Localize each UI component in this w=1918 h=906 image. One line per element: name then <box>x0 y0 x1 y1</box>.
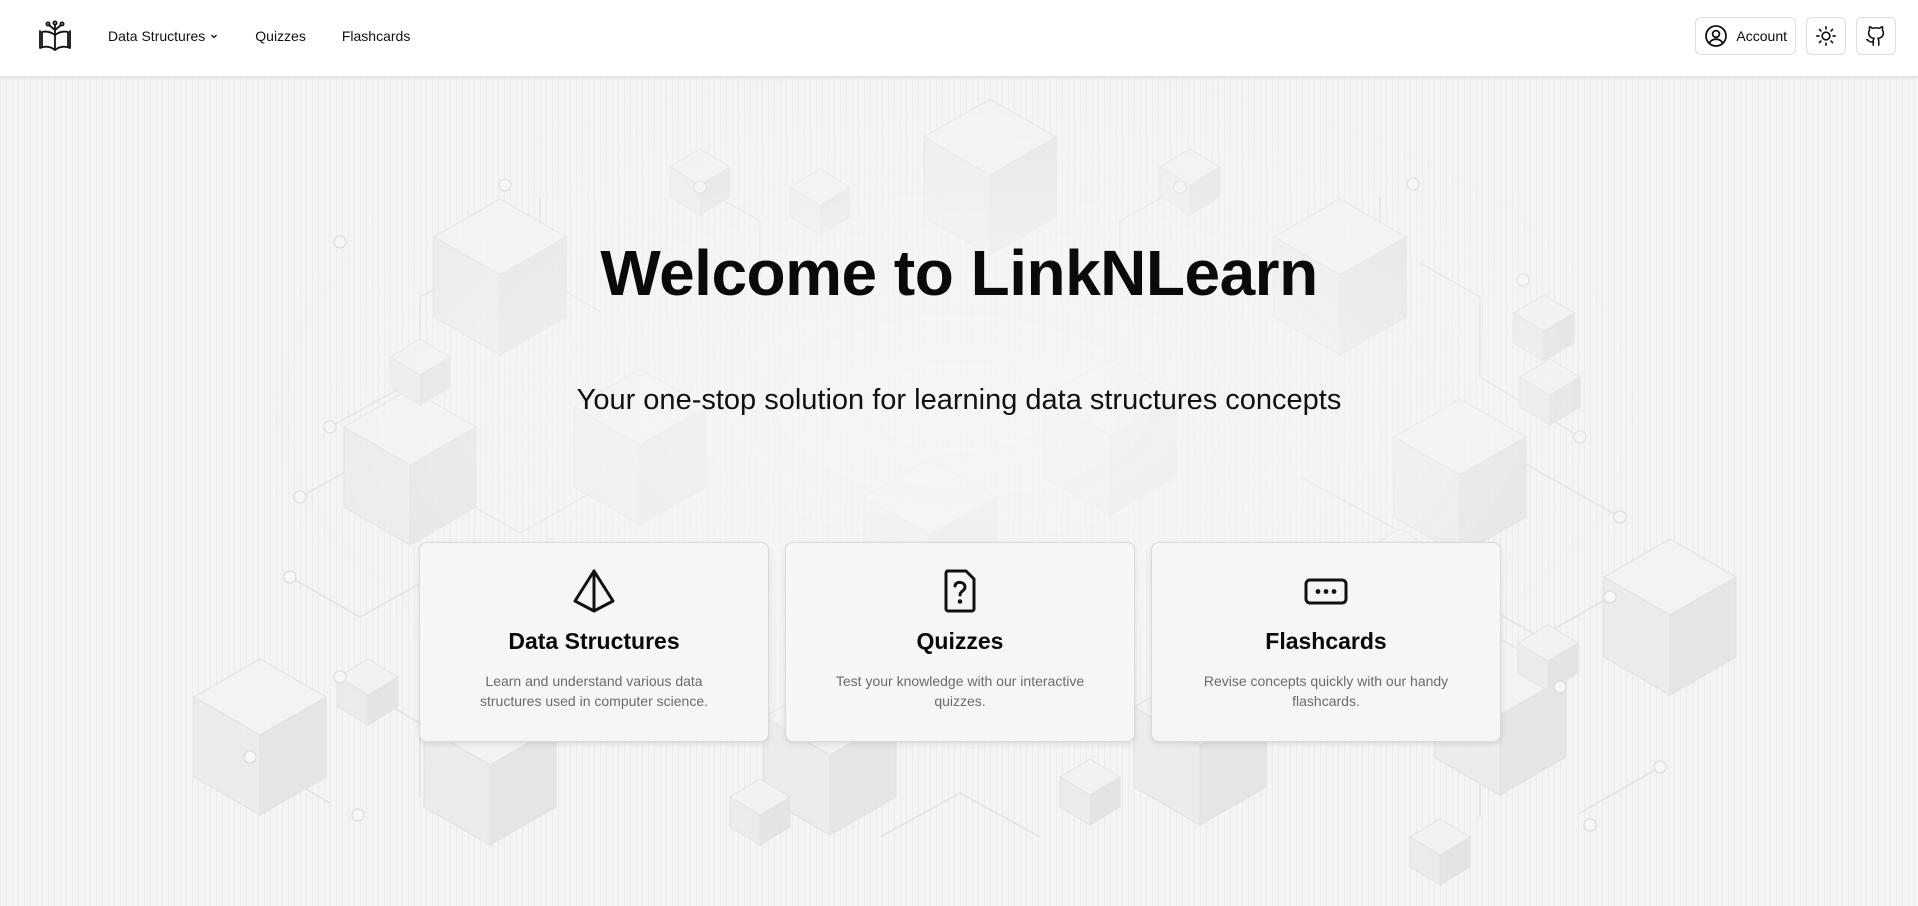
hero-subtitle: Your one-stop solution for learning data… <box>576 384 1342 416</box>
nav-item-label: Flashcards <box>341 28 411 44</box>
pyramid-icon <box>573 569 615 613</box>
ellipsis-rectangle-icon <box>1304 578 1348 605</box>
nav-item-flashcards[interactable]: Flashcards <box>342 28 410 44</box>
top-navigation-bar: Data Structures Quizzes Flashcards Accou… <box>0 0 1918 77</box>
github-icon <box>1866 26 1885 46</box>
card-quizzes[interactable]: Quizzes Test your knowledge with our int… <box>785 542 1135 742</box>
card-flashcards[interactable]: Flashcards Revise concepts quickly with … <box>1151 542 1501 742</box>
card-title: Data Structures <box>508 628 680 654</box>
nav-item-label: Data Structures <box>108 28 206 44</box>
sun-icon <box>1816 26 1836 46</box>
account-button[interactable]: Account <box>1695 17 1796 55</box>
main-nav: Data Structures Quizzes Flashcards <box>108 0 410 72</box>
card-description: Revise concepts quickly with our handy f… <box>1203 673 1449 709</box>
background-fade <box>0 77 1918 906</box>
card-title: Quizzes <box>916 628 1004 654</box>
card-description: Test your knowledge with our interactive… <box>835 673 1085 709</box>
nav-item-quizzes[interactable]: Quizzes <box>255 28 306 44</box>
user-circle-icon <box>1705 25 1728 47</box>
open-book-icon[interactable] <box>38 18 72 54</box>
theme-toggle-button[interactable] <box>1806 17 1846 55</box>
card-data-structures[interactable]: Data Structures Learn and understand var… <box>419 542 769 742</box>
account-label: Account <box>1736 28 1787 44</box>
card-title: Flashcards <box>1265 628 1387 654</box>
github-link-button[interactable] <box>1856 17 1896 55</box>
header-actions: Account <box>1695 17 1896 55</box>
nav-item-data-structures[interactable]: Data Structures <box>108 28 219 44</box>
chevron-down-icon <box>211 34 218 39</box>
hero-title: Welcome to LinkNLearn <box>600 237 1318 309</box>
file-question-icon <box>944 569 976 613</box>
nav-item-label: Quizzes <box>255 28 306 44</box>
card-description: Learn and understand various data struct… <box>480 673 708 709</box>
feature-cards: Data Structures Learn and understand var… <box>419 542 1501 742</box>
